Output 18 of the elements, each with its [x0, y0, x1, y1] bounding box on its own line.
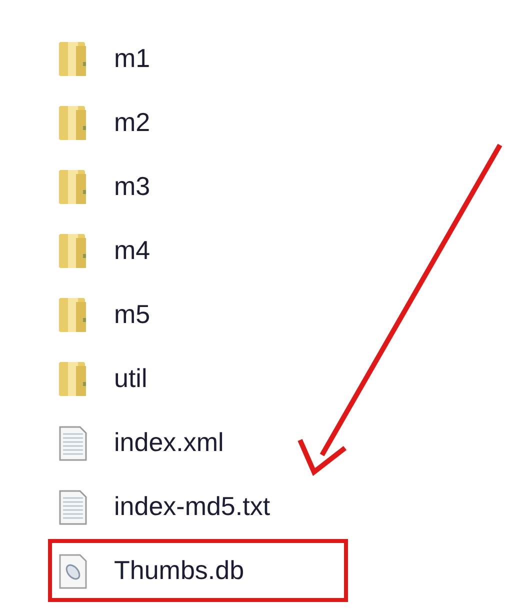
file-name[interactable]: m3 — [114, 171, 150, 202]
document-icon — [58, 424, 88, 462]
file-name[interactable]: Thumbs.db — [114, 555, 244, 586]
file-name[interactable]: m5 — [114, 299, 150, 330]
file-name[interactable]: m4 — [114, 235, 150, 266]
folder-icon — [58, 296, 88, 334]
folder-icon — [58, 232, 88, 270]
file-name[interactable]: m2 — [114, 107, 150, 138]
folder-icon — [58, 360, 88, 398]
document-icon — [58, 488, 88, 526]
folder-icon — [58, 168, 88, 206]
folder-icon — [58, 104, 88, 142]
file-name[interactable]: util — [114, 363, 148, 394]
file-name[interactable]: index-md5.txt — [114, 491, 270, 522]
file-icon — [58, 552, 88, 590]
file-name[interactable]: index.xml — [114, 427, 224, 458]
folder-icon — [58, 40, 88, 78]
file-name[interactable]: m1 — [114, 43, 150, 74]
